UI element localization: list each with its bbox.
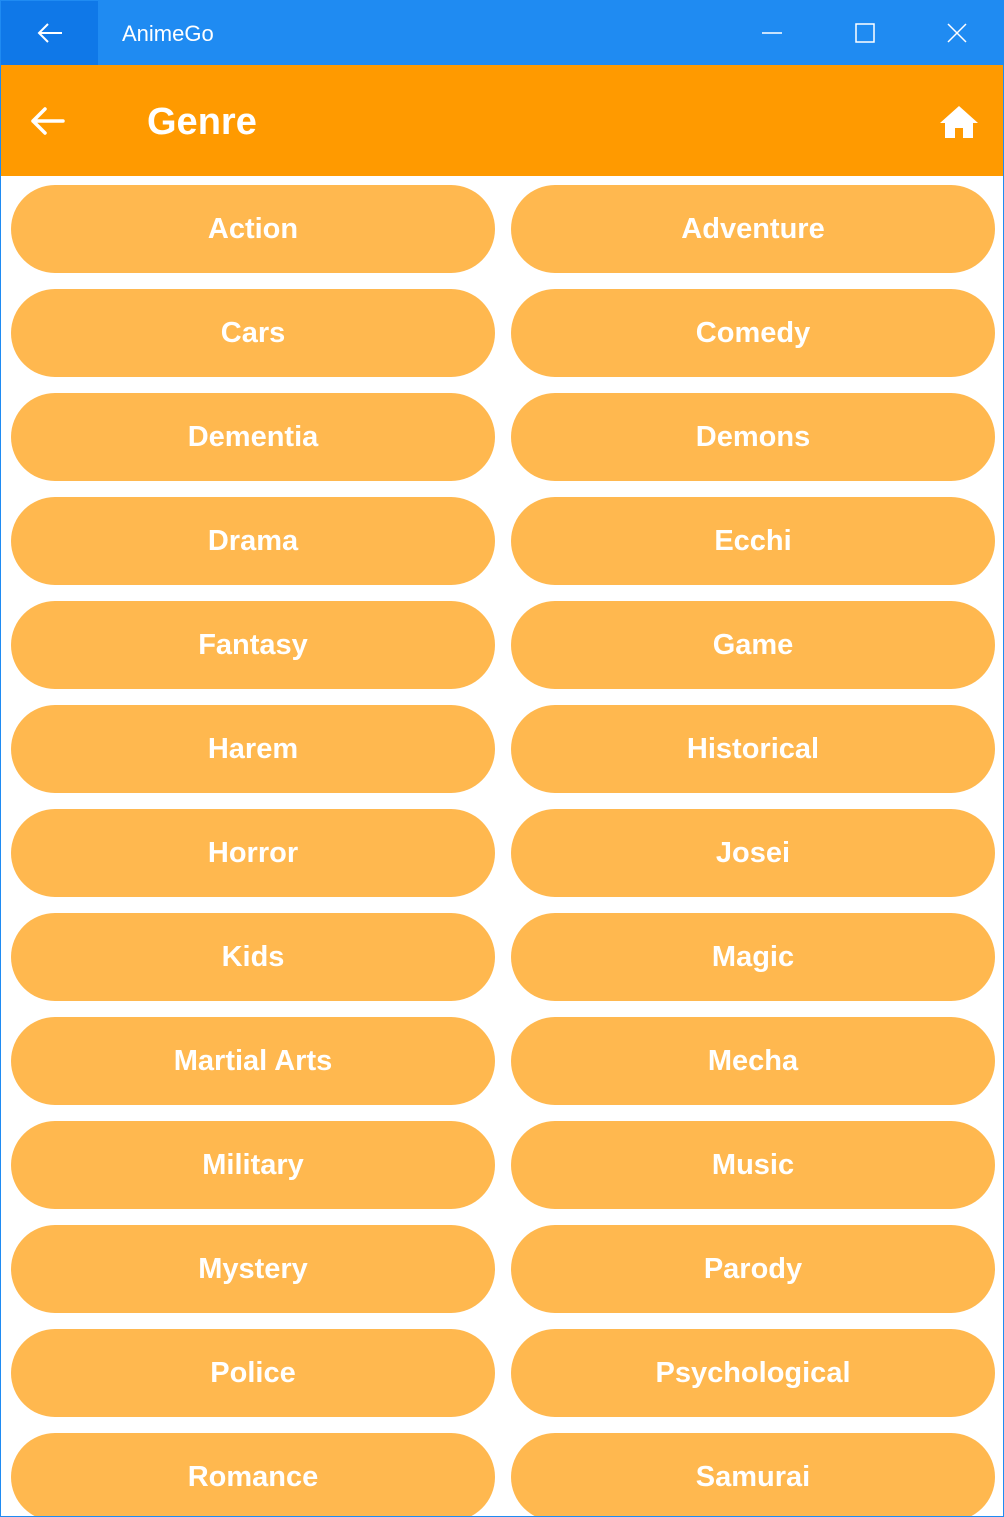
home-icon — [940, 106, 978, 138]
maximize-icon — [855, 23, 875, 43]
genre-button-action[interactable]: Action — [11, 185, 495, 273]
minimize-icon — [762, 32, 782, 34]
genre-button-demons[interactable]: Demons — [511, 393, 995, 481]
genre-button-dementia[interactable]: Dementia — [11, 393, 495, 481]
home-button[interactable] — [931, 98, 987, 146]
app-header: Genre — [1, 65, 1003, 176]
genre-button-music[interactable]: Music — [511, 1121, 995, 1209]
app-window: AnimeGo Genre Action Adventure Cars Come… — [0, 0, 1004, 1517]
genre-button-adventure[interactable]: Adventure — [511, 185, 995, 273]
genre-button-drama[interactable]: Drama — [11, 497, 495, 585]
close-button[interactable] — [911, 1, 1003, 65]
genre-button-kids[interactable]: Kids — [11, 913, 495, 1001]
genre-grid: Action Adventure Cars Comedy Dementia De… — [11, 185, 995, 1516]
window-title: AnimeGo — [122, 21, 214, 46]
genre-button-historical[interactable]: Historical — [511, 705, 995, 793]
page-title: Genre — [147, 101, 257, 143]
genre-button-martial-arts[interactable]: Martial Arts — [11, 1017, 495, 1105]
minimize-button[interactable] — [726, 1, 818, 65]
back-button[interactable] — [23, 99, 71, 143]
genre-button-horror[interactable]: Horror — [11, 809, 495, 897]
genre-button-ecchi[interactable]: Ecchi — [511, 497, 995, 585]
genre-button-josei[interactable]: Josei — [511, 809, 995, 897]
titlebar-back-button[interactable] — [1, 1, 98, 65]
genre-button-magic[interactable]: Magic — [511, 913, 995, 1001]
genre-button-cars[interactable]: Cars — [11, 289, 495, 377]
arrow-left-icon — [37, 23, 62, 43]
genre-button-psychological[interactable]: Psychological — [511, 1329, 995, 1417]
genre-button-harem[interactable]: Harem — [11, 705, 495, 793]
genre-button-mecha[interactable]: Mecha — [511, 1017, 995, 1105]
genre-button-military[interactable]: Military — [11, 1121, 495, 1209]
genre-button-samurai[interactable]: Samurai — [511, 1433, 995, 1516]
genre-button-romance[interactable]: Romance — [11, 1433, 495, 1516]
genre-button-mystery[interactable]: Mystery — [11, 1225, 495, 1313]
genre-button-fantasy[interactable]: Fantasy — [11, 601, 495, 689]
maximize-button[interactable] — [819, 1, 911, 65]
title-bar: AnimeGo — [1, 1, 1003, 65]
arrow-left-icon — [31, 107, 65, 135]
genre-button-game[interactable]: Game — [511, 601, 995, 689]
genre-button-comedy[interactable]: Comedy — [511, 289, 995, 377]
genre-button-police[interactable]: Police — [11, 1329, 495, 1417]
genre-button-parody[interactable]: Parody — [511, 1225, 995, 1313]
close-icon — [947, 23, 967, 43]
